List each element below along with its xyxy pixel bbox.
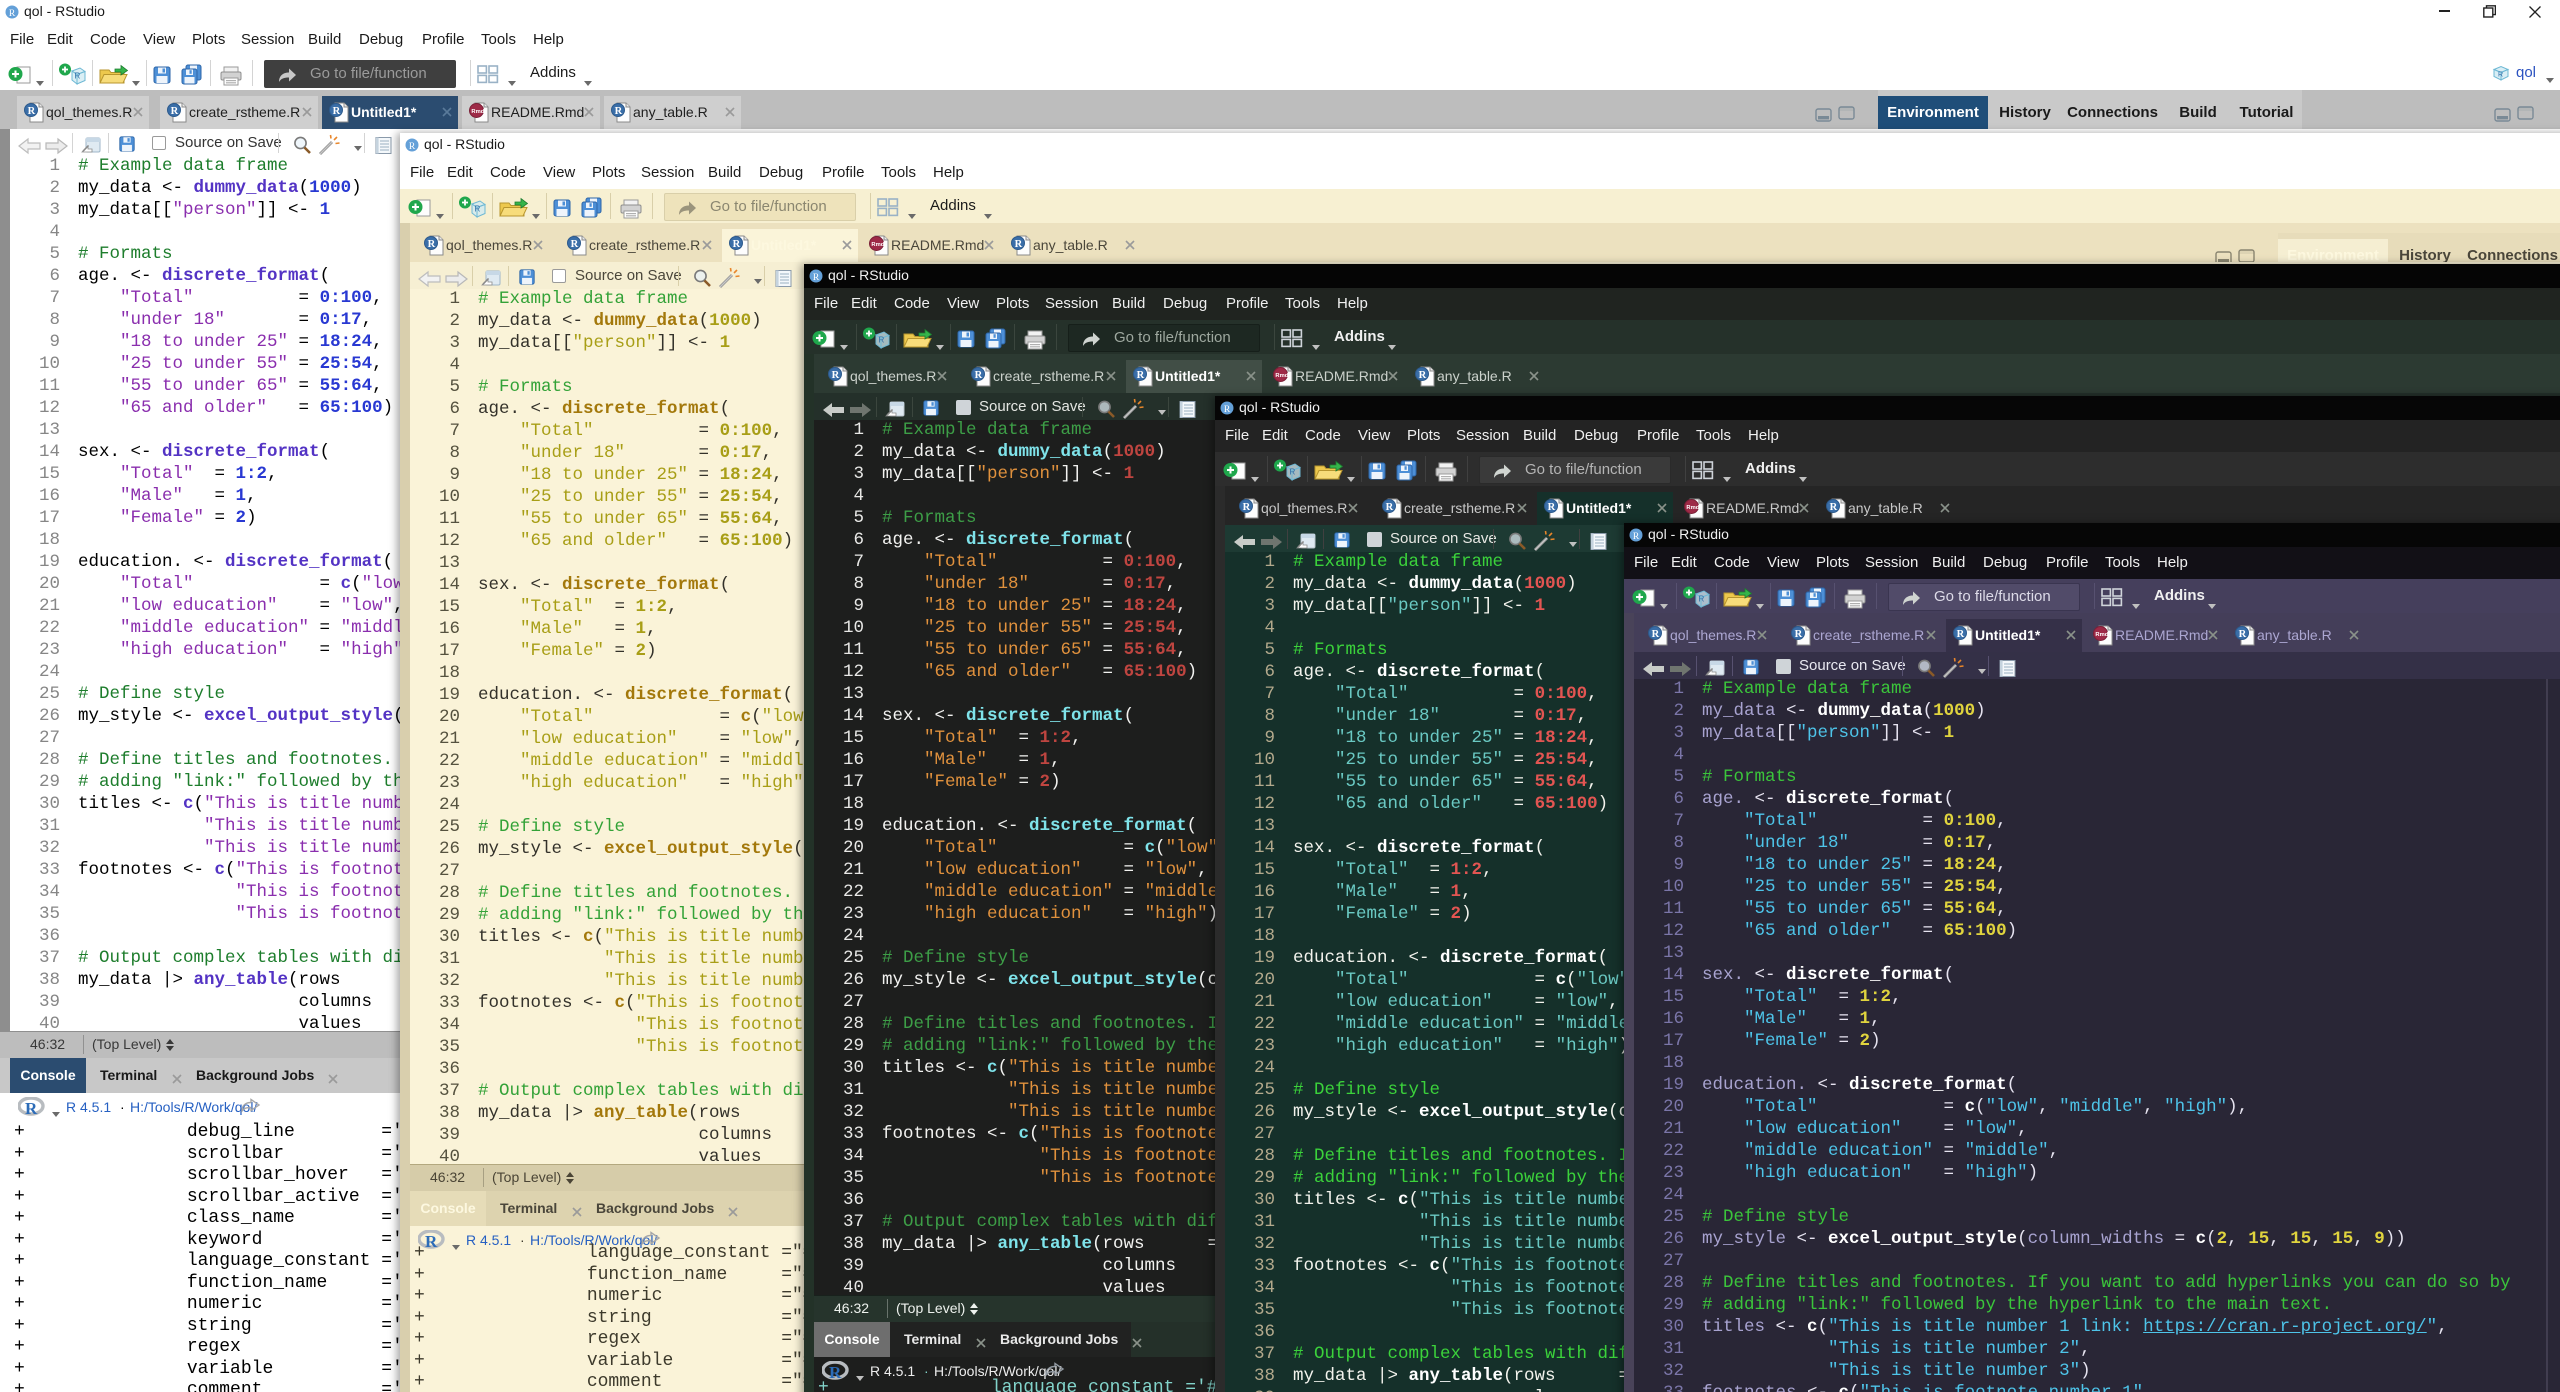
svg-text:R: R <box>475 205 481 214</box>
svg-text:R: R <box>9 9 16 19</box>
svg-text:R: R <box>428 239 436 250</box>
svg-text:R: R <box>409 142 416 152</box>
svg-text:R: R <box>1795 629 1803 640</box>
svg-text:R: R <box>879 336 885 345</box>
svg-text:R: R <box>2239 629 2247 640</box>
svg-text:R: R <box>25 1099 38 1117</box>
svg-text:Rmd: Rmd <box>2095 632 2108 638</box>
svg-text:R: R <box>28 106 36 117</box>
svg-text:R: R <box>1015 239 1023 250</box>
svg-text:R: R <box>1957 629 1965 640</box>
svg-text:R: R <box>571 239 579 250</box>
svg-text:R: R <box>171 106 179 117</box>
svg-text:R: R <box>1633 532 1640 542</box>
svg-text:R: R <box>832 370 840 381</box>
svg-text:R: R <box>1224 405 1231 415</box>
svg-text:R: R <box>1419 370 1427 381</box>
svg-text:R: R <box>1830 502 1838 513</box>
svg-text:Rmd: Rmd <box>1275 373 1288 379</box>
svg-text:R: R <box>1137 370 1145 381</box>
svg-text:R: R <box>813 273 820 283</box>
svg-text:R: R <box>1699 595 1705 604</box>
svg-text:R: R <box>1243 502 1251 513</box>
svg-text:R: R <box>1290 468 1296 477</box>
svg-text:Rmd: Rmd <box>471 109 484 115</box>
svg-text:R: R <box>975 370 983 381</box>
svg-text:Rmd: Rmd <box>1686 505 1699 511</box>
svg-text:R: R <box>733 239 741 250</box>
svg-text:R: R <box>2498 72 2503 79</box>
svg-text:R: R <box>75 72 81 81</box>
svg-text:R: R <box>1548 502 1556 513</box>
svg-text:R: R <box>333 106 341 117</box>
svg-text:Rmd: Rmd <box>871 242 884 248</box>
svg-text:R: R <box>615 106 623 117</box>
svg-text:R: R <box>1652 629 1660 640</box>
svg-text:R: R <box>1386 502 1394 513</box>
